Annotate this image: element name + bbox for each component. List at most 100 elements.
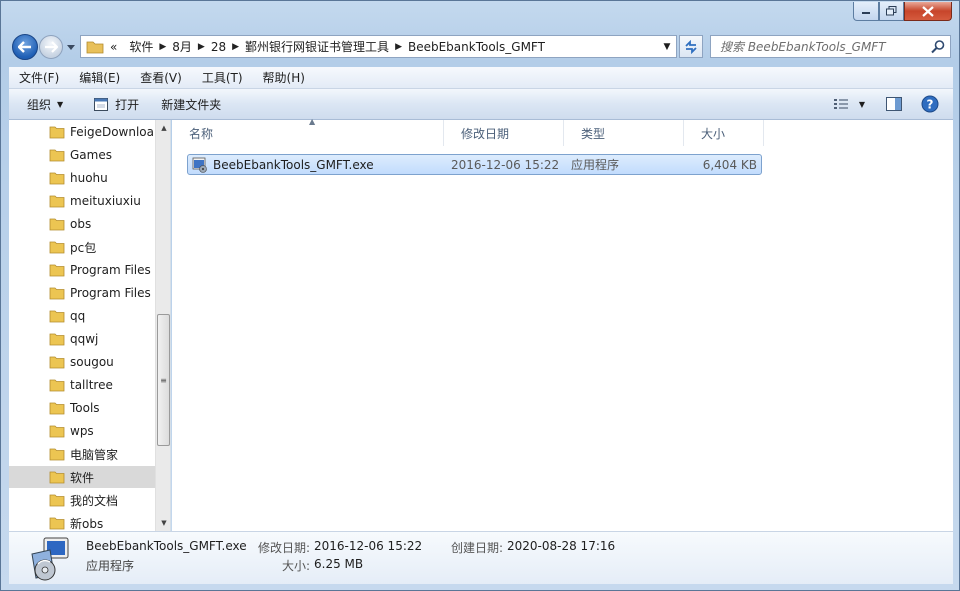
breadcrumb-item[interactable]: 28: [205, 36, 232, 57]
details-file-name: BeebEbankTools_GMFT.exe: [86, 539, 247, 553]
address-history-button[interactable]: ▼: [660, 39, 674, 55]
installer-icon: [31, 537, 69, 581]
chevron-right-icon[interactable]: ▶: [232, 42, 239, 52]
breadcrumb-item[interactable]: 鄞州银行网银证书管理工具: [239, 36, 395, 57]
breadcrumb-item[interactable]: 软件: [123, 36, 159, 57]
menu-view[interactable]: 查看(V): [130, 69, 192, 86]
sidebar-item-pc-manager[interactable]: 电脑管家: [9, 443, 155, 465]
column-header-label: 名称: [189, 126, 214, 141]
column-header-size[interactable]: 大小: [684, 120, 764, 146]
menu-tools[interactable]: 工具(T): [192, 69, 253, 86]
folder-icon: [49, 517, 65, 529]
folder-icon: [49, 333, 65, 345]
sidebar-item-new-obs[interactable]: 新obs: [9, 512, 155, 531]
sidebar-item-feigedownload[interactable]: FeigeDownloa: [9, 121, 155, 143]
change-view-button[interactable]: ▼: [827, 92, 871, 116]
scroll-up-icon[interactable]: ▲: [156, 120, 170, 136]
sidebar-item-qqwj[interactable]: qqwj: [9, 328, 155, 350]
details-size-value: 6.25 MB: [314, 557, 364, 571]
folder-icon: [49, 126, 65, 138]
minimize-icon: [862, 12, 870, 14]
back-button[interactable]: [12, 34, 38, 60]
maximize-button[interactable]: [879, 2, 904, 21]
sidebar-item-games[interactable]: Games: [9, 144, 155, 166]
sidebar-item-program-files-x86[interactable]: Program Files: [9, 282, 155, 304]
organize-label: 组织: [27, 97, 52, 112]
file-modified: 2016-12-06 15:22: [451, 157, 560, 172]
scrollbar-thumb[interactable]: ≡: [157, 314, 170, 446]
sidebar-item-obs[interactable]: obs: [9, 213, 155, 235]
command-bar: 组织 ▼ 打开 新建文件夹 ▼ ?: [9, 89, 953, 120]
svg-text:?: ?: [927, 98, 934, 112]
close-icon: [922, 5, 934, 17]
sidebar-item-program-files[interactable]: Program Files: [9, 259, 155, 281]
folder-icon: [49, 287, 65, 299]
column-header-name[interactable]: 名称 ▲: [172, 117, 444, 146]
column-header-type[interactable]: 类型: [564, 120, 684, 146]
sidebar-item-tools[interactable]: Tools: [9, 397, 155, 419]
sidebar-item-software[interactable]: 软件: [9, 466, 155, 488]
breadcrumb-overflow[interactable]: «: [104, 36, 123, 57]
chevron-right-icon[interactable]: ▶: [198, 42, 205, 52]
scroll-down-icon[interactable]: ▼: [156, 515, 170, 531]
sidebar-item-label: FeigeDownloa: [70, 125, 154, 139]
sidebar-item-label: qq: [70, 309, 86, 323]
refresh-icon: [685, 39, 697, 54]
navigation-pane: FeigeDownloa Games huohu meituxiuxiu obs…: [9, 120, 171, 531]
forward-button[interactable]: [39, 35, 63, 59]
table-row[interactable]: BeebEbankTools_GMFT.exe 2016-12-06 15:22…: [187, 154, 762, 175]
breadcrumb: « 软件 ▶ 8月 ▶ 28 ▶ 鄞州银行网银证书管理工具 ▶ BeebEban…: [104, 36, 551, 57]
sidebar-item-sougou[interactable]: sougou: [9, 351, 155, 373]
open-label: 打开: [115, 97, 140, 112]
sidebar-item-pc[interactable]: pc包: [9, 236, 155, 258]
menu-edit[interactable]: 编辑(E): [69, 69, 130, 86]
recent-pages-button[interactable]: [65, 40, 77, 54]
menu-help[interactable]: 帮助(H): [253, 69, 315, 86]
help-button[interactable]: ?: [917, 92, 943, 116]
sidebar-item-meituxiuxiu[interactable]: meituxiuxiu: [9, 190, 155, 212]
restore-icon: [886, 6, 897, 16]
sidebar-item-label: talltree: [70, 378, 113, 392]
file-size: 6,404 KB: [702, 157, 757, 172]
search-input[interactable]: [711, 39, 921, 54]
sidebar-item-wps[interactable]: wps: [9, 420, 155, 442]
preview-pane-button[interactable]: [881, 92, 907, 116]
refresh-button[interactable]: [679, 35, 703, 58]
details-created-label: 创建日期:: [451, 541, 504, 555]
sidebar-item-talltree[interactable]: talltree: [9, 374, 155, 396]
file-name: BeebEbankTools_GMFT.exe: [213, 157, 374, 172]
sidebar-item-qq[interactable]: qq: [9, 305, 155, 327]
sidebar-item-label: 我的文档: [70, 493, 119, 508]
folder-icon: [49, 241, 65, 253]
folder-icon: [49, 149, 65, 161]
sidebar-item-label: obs: [70, 217, 92, 231]
menu-file[interactable]: 文件(F): [9, 69, 69, 86]
chevron-down-icon: ▼: [57, 99, 64, 109]
chevron-down-icon: ▼: [858, 99, 866, 109]
column-header-modified[interactable]: 修改日期: [444, 120, 564, 146]
breadcrumb-item-current[interactable]: BeebEbankTools_GMFT: [402, 36, 551, 57]
sidebar-scrollbar[interactable]: ▲ ≡ ▼: [155, 120, 170, 531]
folder-icon: [49, 172, 65, 184]
sidebar-item-label: pc包: [70, 240, 97, 255]
chevron-right-icon[interactable]: ▶: [159, 42, 166, 52]
column-header-label: 修改日期: [461, 126, 510, 141]
chevron-right-icon[interactable]: ▶: [395, 42, 402, 52]
sidebar-item-label: 电脑管家: [70, 447, 119, 462]
sidebar-item-label: huohu: [70, 171, 108, 185]
organize-button[interactable]: 组织 ▼: [19, 92, 71, 116]
application-icon: [192, 157, 207, 173]
new-folder-button[interactable]: 新建文件夹: [153, 92, 229, 116]
search-box: [710, 35, 951, 58]
minimize-button[interactable]: [853, 2, 879, 21]
breadcrumb-item[interactable]: 8月: [166, 36, 198, 57]
sidebar-item-huohu[interactable]: huohu: [9, 167, 155, 189]
sidebar-item-my-documents[interactable]: 我的文档: [9, 489, 155, 511]
close-button[interactable]: [904, 2, 952, 21]
open-button[interactable]: 打开: [85, 92, 147, 116]
address-bar[interactable]: « 软件 ▶ 8月 ▶ 28 ▶ 鄞州银行网银证书管理工具 ▶ BeebEban…: [80, 35, 677, 58]
sidebar-item-label: qqwj: [70, 332, 99, 346]
file-list: 名称 ▲ 修改日期 类型 大小 BeebEbankTools_GMFT.exe …: [172, 117, 953, 531]
folder-icon: [49, 471, 65, 483]
search-icon[interactable]: [930, 39, 946, 55]
